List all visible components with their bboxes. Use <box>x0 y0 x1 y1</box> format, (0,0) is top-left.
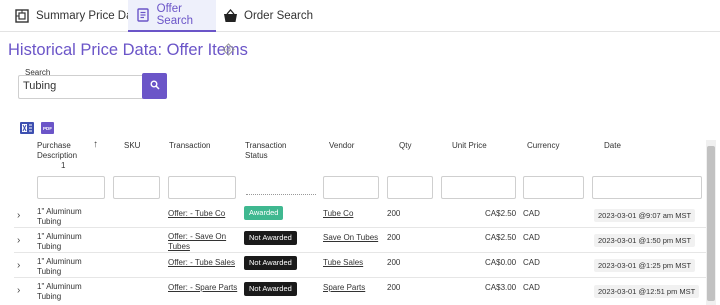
cell-description: 1" Aluminum Tubing <box>37 282 82 301</box>
column-header-vendor[interactable]: Vendor <box>329 141 354 151</box>
filter-unit-price[interactable] <box>441 176 516 199</box>
filter-transaction-status[interactable] <box>244 176 316 199</box>
filter-currency[interactable] <box>523 176 584 199</box>
expand-row-icon[interactable]: › <box>17 235 20 246</box>
scrollbar-thumb[interactable] <box>707 146 715 301</box>
table-row: › 1" Aluminum Tubing Offer: - Spare Part… <box>14 278 706 303</box>
export-excel-icon[interactable] <box>20 121 34 134</box>
cell-date: 2023-03-01 @1:50 pm MST <box>594 234 696 247</box>
search-button[interactable] <box>142 73 167 99</box>
cell-qty: 200 <box>387 209 401 218</box>
filter-purchase-description[interactable] <box>37 176 105 199</box>
tab-label: Summary Price Data <box>36 10 143 22</box>
cell-unit-price: CA$2.50 <box>485 209 517 218</box>
search-icon <box>150 77 160 95</box>
cell-date: 2023-03-01 @12:51 pm MST <box>594 285 700 298</box>
chart-frame-icon <box>14 8 30 24</box>
cell-description: 1" Aluminum Tubing <box>37 257 82 276</box>
cell-date: 2023-03-01 @9:07 am MST <box>594 209 696 222</box>
column-header-unit-price[interactable]: Unit Price <box>452 141 487 151</box>
tab-label: Offer Search <box>156 3 194 27</box>
filter-qty[interactable] <box>387 176 433 199</box>
column-header-currency[interactable]: Currency <box>527 141 559 151</box>
expand-row-icon[interactable]: › <box>17 260 20 271</box>
column-header-transaction-status[interactable]: Transaction Status <box>245 141 295 161</box>
filter-sku[interactable] <box>113 176 160 199</box>
status-badge: Not Awarded <box>244 256 297 270</box>
basket-icon <box>222 8 238 24</box>
column-header-date[interactable]: Date <box>604 141 621 151</box>
table-row: › 1" Aluminum Tubing Offer: - Tube Co Aw… <box>14 203 706 228</box>
cell-transaction-link[interactable]: Offer: - Save On Tubes <box>168 232 238 251</box>
cell-currency: CAD <box>523 258 540 267</box>
cell-unit-price: CA$0.00 <box>485 258 517 267</box>
search-input[interactable] <box>23 80 138 92</box>
cell-vendor-link[interactable]: Tube Sales <box>323 258 363 268</box>
sort-index: 1 <box>61 161 66 170</box>
status-badge: Not Awarded <box>244 282 297 296</box>
page-title: Historical Price Data: Offer Items <box>8 41 248 59</box>
column-header-transaction[interactable]: Transaction <box>169 141 211 151</box>
cell-unit-price: CA$3.00 <box>485 283 517 292</box>
cell-qty: 200 <box>387 233 401 242</box>
status-badge: Awarded <box>244 206 284 220</box>
table-row: › 1" Aluminum Tubing Offer: - Save On Tu… <box>14 228 706 253</box>
cell-description: 1" Aluminum Tubing <box>37 207 82 226</box>
tab-offer-search[interactable]: Offer Search <box>128 0 216 32</box>
tab-summary-price-data[interactable]: Summary Price Data <box>14 0 142 32</box>
help-diamond-icon[interactable] <box>222 43 235 56</box>
cell-transaction-link[interactable]: Offer: - Tube Sales <box>168 258 235 268</box>
column-header-label: Purchase Description <box>37 141 78 160</box>
cell-currency: CAD <box>523 283 540 292</box>
cell-vendor-link[interactable]: Spare Parts <box>323 283 365 293</box>
cell-qty: 200 <box>387 258 401 267</box>
svg-text:PDF: PDF <box>43 126 52 131</box>
cell-date: 2023-03-01 @1:25 pm MST <box>594 259 696 272</box>
cell-transaction-link[interactable]: Offer: - Spare Parts <box>168 283 237 293</box>
cell-vendor-link[interactable]: Tube Co <box>323 209 353 219</box>
tab-label: Order Search <box>244 10 314 22</box>
status-filter-underline <box>246 194 316 195</box>
column-header-qty[interactable]: Qty <box>399 141 411 151</box>
filter-transaction[interactable] <box>168 176 236 199</box>
cell-transaction-link[interactable]: Offer: - Tube Co <box>168 209 225 219</box>
cell-description: 1" Aluminum Tubing <box>37 232 82 251</box>
cell-qty: 200 <box>387 283 401 292</box>
status-badge: Not Awarded <box>244 231 297 245</box>
cell-currency: CAD <box>523 209 540 218</box>
cell-currency: CAD <box>523 233 540 242</box>
expand-row-icon[interactable]: › <box>17 285 20 296</box>
expand-row-icon[interactable]: › <box>17 210 20 221</box>
tab-bar: Summary Price Data Offer Search Order Se… <box>0 0 720 32</box>
cell-unit-price: CA$2.50 <box>485 233 517 242</box>
sort-ascending-icon[interactable]: ↑ <box>93 139 98 150</box>
filter-vendor[interactable] <box>323 176 379 199</box>
column-header-sku[interactable]: SKU <box>124 141 140 151</box>
tab-order-search[interactable]: Order Search <box>222 0 313 32</box>
filter-date[interactable] <box>592 176 702 199</box>
table-row: › 1" Aluminum Tubing Offer: - Tube Sales… <box>14 253 706 278</box>
export-pdf-icon[interactable]: PDF <box>41 121 54 134</box>
cell-vendor-link[interactable]: Save On Tubes <box>323 233 378 243</box>
column-header-purchase-description[interactable]: Purchase Description 1 <box>37 141 92 171</box>
document-list-icon <box>136 7 151 23</box>
